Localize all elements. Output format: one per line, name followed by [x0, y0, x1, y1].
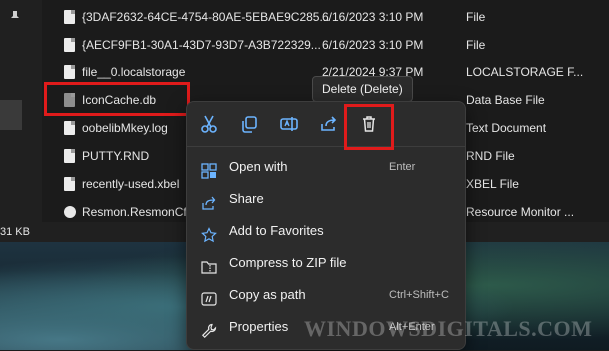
- file-type: Data Base File: [466, 93, 545, 107]
- file-date: 6/16/2023 3:10 PM: [322, 10, 424, 24]
- file-icon: [64, 38, 75, 52]
- file-icon: [64, 121, 75, 135]
- pin-icon[interactable]: [8, 10, 22, 24]
- file-name: PUTTY.RND: [82, 149, 150, 163]
- file-date: 6/16/2023 3:10 PM: [322, 38, 424, 52]
- menu-item-shortcut: Enter: [389, 161, 416, 173]
- menu-item-shortcut: Ctrl+Shift+C: [389, 289, 449, 301]
- file-type: RND File: [466, 149, 515, 163]
- menu-item-copy-as-path[interactable]: Copy as path Ctrl+Shift+C: [187, 279, 465, 311]
- menu-item-share[interactable]: Share: [187, 183, 465, 215]
- open-with-icon: [201, 159, 217, 179]
- menu-item-label: Compress to ZIP file: [229, 255, 347, 270]
- highlight-box-delete: [344, 104, 394, 150]
- share-icon: [321, 116, 337, 131]
- zip-folder-icon: [201, 255, 217, 274]
- menu-item-label: Add to Favorites: [229, 223, 324, 238]
- file-type: LOCALSTORAGE F...: [466, 65, 584, 79]
- context-menu: Open with Enter Share Add to Favorites C…: [186, 101, 466, 350]
- copy-button[interactable]: [239, 114, 259, 134]
- watermark: WINDOWSDIGITALS.COM: [304, 316, 593, 341]
- file-name: oobelibMkey.log: [82, 121, 168, 135]
- wrench-icon: [201, 319, 217, 339]
- star-icon: [201, 223, 217, 243]
- context-menu-toolbar: [187, 102, 465, 147]
- file-name: {3DAF2632-64CE-4754-80AE-5EBAE9C285...: [82, 10, 330, 24]
- file-type: File: [466, 38, 486, 52]
- file-row[interactable]: {3DAF2632-64CE-4754-80AE-5EBAE9C285... 6…: [42, 3, 609, 31]
- menu-item-label: Copy as path: [229, 287, 306, 302]
- nav-selected-item[interactable]: [0, 100, 22, 130]
- file-row[interactable]: {AECF9FB1-30A1-43D7-93D7-A3B722329... 6/…: [42, 31, 609, 59]
- resmon-file-icon: [64, 206, 76, 218]
- share-toolbar-button[interactable]: [319, 114, 339, 134]
- navigation-pane: [0, 0, 43, 222]
- file-type: File: [466, 10, 486, 24]
- menu-item-label: Open with: [229, 159, 288, 174]
- file-icon: [64, 10, 75, 24]
- file-icon: [64, 65, 75, 79]
- status-size: 31 KB: [0, 226, 30, 238]
- file-name: recently-used.xbel: [82, 177, 180, 191]
- menu-item-add-to-favorites[interactable]: Add to Favorites: [187, 215, 465, 247]
- copy-path-icon: [201, 287, 217, 306]
- scissors-icon: [201, 115, 217, 133]
- menu-item-label: Share: [229, 191, 264, 206]
- file-name: {AECF9FB1-30A1-43D7-93D7-A3B722329...: [82, 38, 321, 52]
- menu-item-label: Properties: [229, 319, 289, 334]
- share-icon: [201, 191, 217, 210]
- file-icon: [64, 149, 75, 163]
- menu-item-open-with[interactable]: Open with Enter: [187, 151, 465, 183]
- rename-button[interactable]: [279, 114, 299, 134]
- menu-item-compress-zip[interactable]: Compress to ZIP file: [187, 247, 465, 279]
- rename-icon: [280, 117, 298, 131]
- highlight-box-file: [44, 82, 190, 116]
- file-type: Text Document: [466, 121, 547, 135]
- cut-button[interactable]: [199, 114, 219, 134]
- delete-tooltip: Delete (Delete): [312, 76, 413, 102]
- file-icon: [64, 177, 75, 191]
- file-type: XBEL File: [466, 177, 519, 191]
- copy-icon: [242, 116, 257, 133]
